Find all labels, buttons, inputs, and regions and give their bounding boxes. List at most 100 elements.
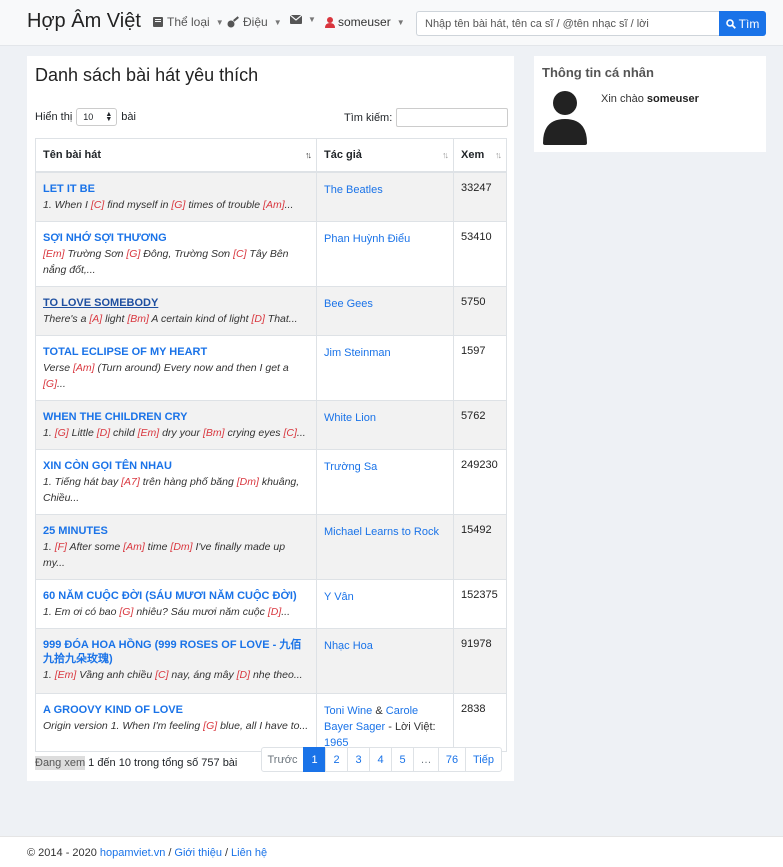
nav-user-dropdown[interactable]: someuser ▼ (325, 15, 405, 29)
profile-panel: Thông tin cá nhân Xin chào someuser (534, 56, 766, 152)
nav-genre-dropdown[interactable]: Thể loại ▼ (152, 15, 224, 29)
search-icon (725, 18, 736, 29)
views-cell: 1597 (453, 335, 507, 401)
pager-page-76[interactable]: 76 (438, 747, 466, 772)
pager-page-2[interactable]: 2 (325, 747, 348, 772)
caret-down-icon: ▼ (308, 15, 316, 24)
pager-ellipsis: … (413, 747, 439, 772)
chord-label: [A] (89, 313, 103, 325)
table-row: XIN CÒN GỌI TÊN NHAU 1. Tiếng hát bay [A7… (35, 449, 507, 515)
lyrics-snippet: 1. [G] Little [D] child [Em] dry your [B… (43, 427, 306, 439)
footer-site-link[interactable]: hopamviet.vn (100, 847, 165, 859)
brand-logo[interactable]: Hợp Âm Việt (27, 10, 141, 33)
song-title-link[interactable]: SỢI NHỚ SỢI THƯƠNG (43, 231, 309, 245)
author-link[interactable]: Trường Sa (324, 461, 377, 473)
search-input[interactable] (416, 11, 719, 36)
caret-down-icon: ▼ (215, 17, 224, 27)
song-title-link[interactable]: 25 MINUTES (43, 524, 309, 538)
chord-label: [Dm] (236, 476, 259, 488)
lyrics-snippet: 1. Em ơi có bao [G] nhiêu? Sáu mươi năm … (43, 606, 290, 618)
author-link[interactable]: Y Vân (324, 591, 354, 603)
song-title-link[interactable]: 60 NĂM CUỘC ĐỜI (SÁU MƯƠI NĂM CUỘC ĐỜI) (43, 589, 309, 603)
book-icon (153, 17, 163, 27)
page-length-value: 10 (83, 112, 94, 122)
author-cell: Y Vân (316, 579, 454, 629)
song-title-link[interactable]: LET IT BE (43, 182, 309, 196)
nav-rhythm-label: Điệu (243, 15, 268, 29)
chord-label: [G] (126, 248, 141, 260)
chord-label: [D] (236, 669, 251, 681)
search-button[interactable]: Tìm (719, 11, 766, 36)
views-cell: 5750 (453, 286, 507, 336)
table-row: A GROOVY KIND OF LOVE Origin version 1. W… (35, 693, 507, 752)
page-title: Danh sách bài hát yêu thích (35, 65, 259, 85)
sort-icon: ↑↓ (305, 150, 312, 160)
footer-contact-link[interactable]: Liên hệ (231, 847, 267, 859)
envelope-icon (290, 15, 302, 24)
lyrics-snippet: 1. Tiếng hát bay [A7] trên hàng phố băng… (43, 476, 300, 504)
column-views-label: Xem (461, 148, 485, 161)
views-cell: 2838 (453, 693, 507, 752)
song-title-link[interactable]: XIN CÒN GỌI TÊN NHAU (43, 459, 309, 473)
nav-rhythm-dropdown[interactable]: Điệu ▼ (227, 15, 282, 29)
author-link[interactable]: White Lion (324, 412, 376, 424)
chord-label: [C] (155, 669, 169, 681)
footer-about-link[interactable]: Giới thiệu (174, 847, 222, 859)
song-title-link[interactable]: TO LOVE SOMEBODY (43, 296, 309, 310)
pager-next[interactable]: Tiếp (465, 747, 502, 772)
greeting: Xin chào someuser (601, 93, 699, 105)
pager-page-3[interactable]: 3 (347, 747, 370, 772)
chord-label: [Am] (72, 362, 95, 374)
chord-label: [D] (251, 313, 265, 325)
guitar-icon (227, 16, 239, 28)
views-cell: 249230 (453, 449, 507, 515)
author-cell: White Lion (316, 400, 454, 450)
page-length-select[interactable]: 10 ▲ ▼ (76, 108, 118, 126)
copyright: © 2014 - 2020 (27, 847, 97, 859)
views-cell: 91978 (453, 628, 507, 694)
author-link[interactable]: The Beatles (324, 184, 383, 196)
chord-label: [Dm] (170, 541, 193, 553)
author-cell: Trường Sa (316, 449, 454, 515)
filter-input[interactable] (396, 108, 509, 127)
nav-messages-dropdown[interactable]: ▼ (290, 15, 316, 24)
song-title-link[interactable]: TOTAL ECLIPSE OF MY HEART (43, 345, 309, 359)
avatar-icon (543, 91, 587, 145)
footer: © 2014 - 2020 hopamviet.vn / Giới thiệu … (0, 836, 783, 867)
author-cell: The Beatles (316, 171, 454, 222)
column-header-title[interactable]: Tên bài hát ↑↓ (35, 138, 317, 173)
song-cell: 999 ĐÓA HOA HỒNG (999 ROSES OF LOVE - 九佰… (35, 628, 317, 694)
caret-down-icon: ▼ (273, 17, 282, 27)
pager-page-4[interactable]: 4 (369, 747, 392, 772)
lyrics-snippet: [Em] Trường Sơn [G] Đông, Trường Sơn [C]… (43, 248, 289, 276)
pagination: Trước 1 2 3 4 5 … 76 Tiếp (261, 747, 502, 772)
pager-page-1[interactable]: 1 (303, 747, 326, 772)
table-row: SỢI NHỚ SỢI THƯƠNG [Em] Trường Sơn [G] Đô… (35, 221, 507, 287)
search-form: Tìm (416, 11, 766, 36)
author-link[interactable]: Jim Steinman (324, 347, 391, 359)
pager-page-5[interactable]: 5 (391, 747, 414, 772)
author-link[interactable]: Bee Gees (324, 298, 373, 310)
author-link[interactable]: Toni Wine (324, 705, 372, 717)
chord-label: [G] (171, 198, 186, 211)
footer-separator: / (224, 847, 229, 859)
song-title-link[interactable]: 999 ĐÓA HOA HỒNG (999 ROSES OF LOVE - 九佰… (43, 638, 309, 666)
author-cell: Michael Learns to Rock (316, 514, 454, 580)
chord-label: [Em] (43, 248, 65, 260)
column-header-author[interactable]: Tác giả ↑↓ (316, 138, 454, 173)
author-cell: Bee Gees (316, 286, 454, 336)
chord-label: [G] (43, 378, 58, 390)
author-link[interactable]: Nhạc Hoa (324, 640, 373, 652)
chord-label: [Bm] (127, 313, 149, 325)
table-row: 25 MINUTES 1. [F] After some [Am] time [D… (35, 514, 507, 580)
song-title-link[interactable]: WHEN THE CHILDREN CRY (43, 410, 309, 424)
author-link[interactable]: Michael Learns to Rock (324, 526, 439, 538)
chord-label: [C] (90, 198, 105, 211)
column-header-views[interactable]: Xem ↑↓ (453, 138, 507, 173)
profile-title: Thông tin cá nhân (542, 65, 654, 80)
song-title-link[interactable]: A GROOVY KIND OF LOVE (43, 703, 309, 717)
lyrics-snippet: There's a [A] light [Bm] A certain kind … (43, 313, 298, 325)
author-link[interactable]: Phan Huỳnh Điểu (324, 233, 410, 245)
author-cell: Phan Huỳnh Điểu (316, 221, 454, 287)
pager-prev[interactable]: Trước (261, 747, 304, 772)
